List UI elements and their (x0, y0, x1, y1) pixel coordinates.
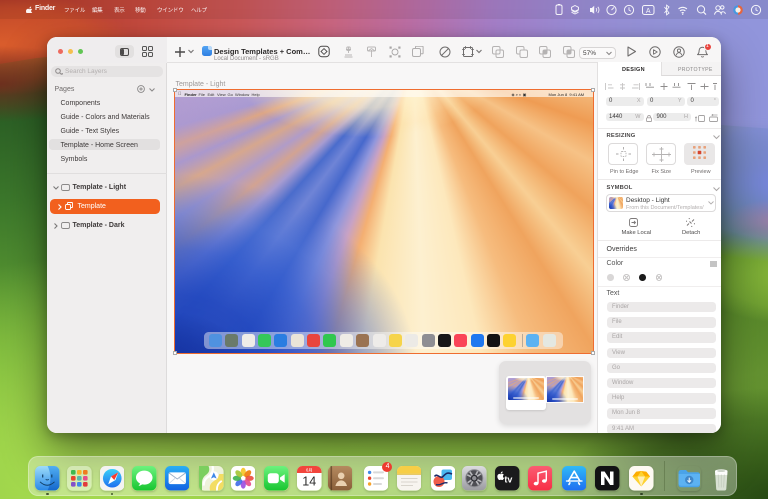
svg-text:A: A (646, 8, 651, 15)
svg-text:14: 14 (303, 475, 317, 489)
svg-text:tv: tv (505, 474, 513, 484)
